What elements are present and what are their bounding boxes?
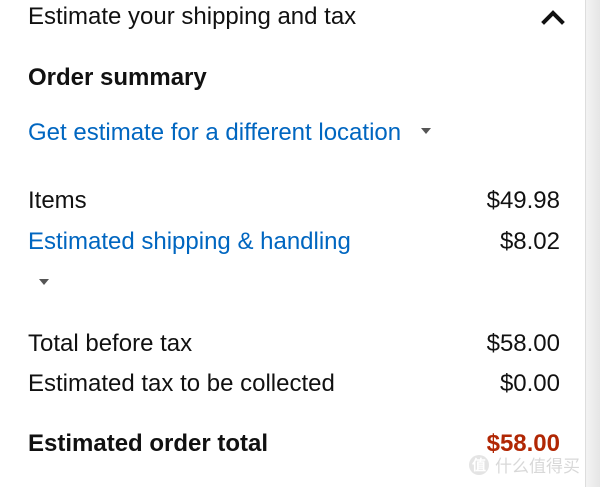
watermark: 值 什么值得买 (469, 452, 580, 477)
different-location-label: Get estimate for a different location (28, 119, 402, 146)
dropdown-caret-icon (421, 128, 432, 134)
shipping-estimate-panel: Estimate your shipping and tax Order sum… (0, 0, 600, 487)
shipping-handling-link[interactable]: Estimated shipping & handling (28, 227, 351, 257)
shipping-caret-icon[interactable] (39, 279, 49, 285)
estimate-header[interactable]: Estimate your shipping and tax (28, 2, 568, 36)
tax-value: $0.00 (499, 370, 560, 397)
items-value: $49.98 (486, 187, 560, 214)
shipping-value: $8.02 (499, 228, 560, 255)
header-title: Estimate your shipping and tax (28, 3, 357, 30)
before-tax-label: Total before tax (28, 330, 193, 357)
collapse-button[interactable] (538, 2, 568, 32)
order-summary-title: Order summary (28, 64, 207, 91)
items-label: Items (28, 187, 87, 214)
order-total-label: Estimated order total (28, 430, 269, 457)
chevron-up-icon (541, 10, 565, 25)
tax-label: Estimated tax to be collected (28, 370, 335, 397)
items-row: Items $49.98 (28, 186, 560, 216)
before-tax-value: $58.00 (486, 330, 560, 357)
tax-row: Estimated tax to be collected $0.00 (28, 369, 560, 399)
different-location-link[interactable]: Get estimate for a different location (28, 117, 432, 149)
before-tax-row: Total before tax $58.00 (28, 329, 560, 359)
scrollbar-edge[interactable] (585, 0, 600, 487)
watermark-icon: 值 (469, 454, 489, 475)
watermark-text: 什么值得买 (495, 457, 580, 476)
shipping-row: Estimated shipping & handling $8.02 (28, 227, 560, 257)
